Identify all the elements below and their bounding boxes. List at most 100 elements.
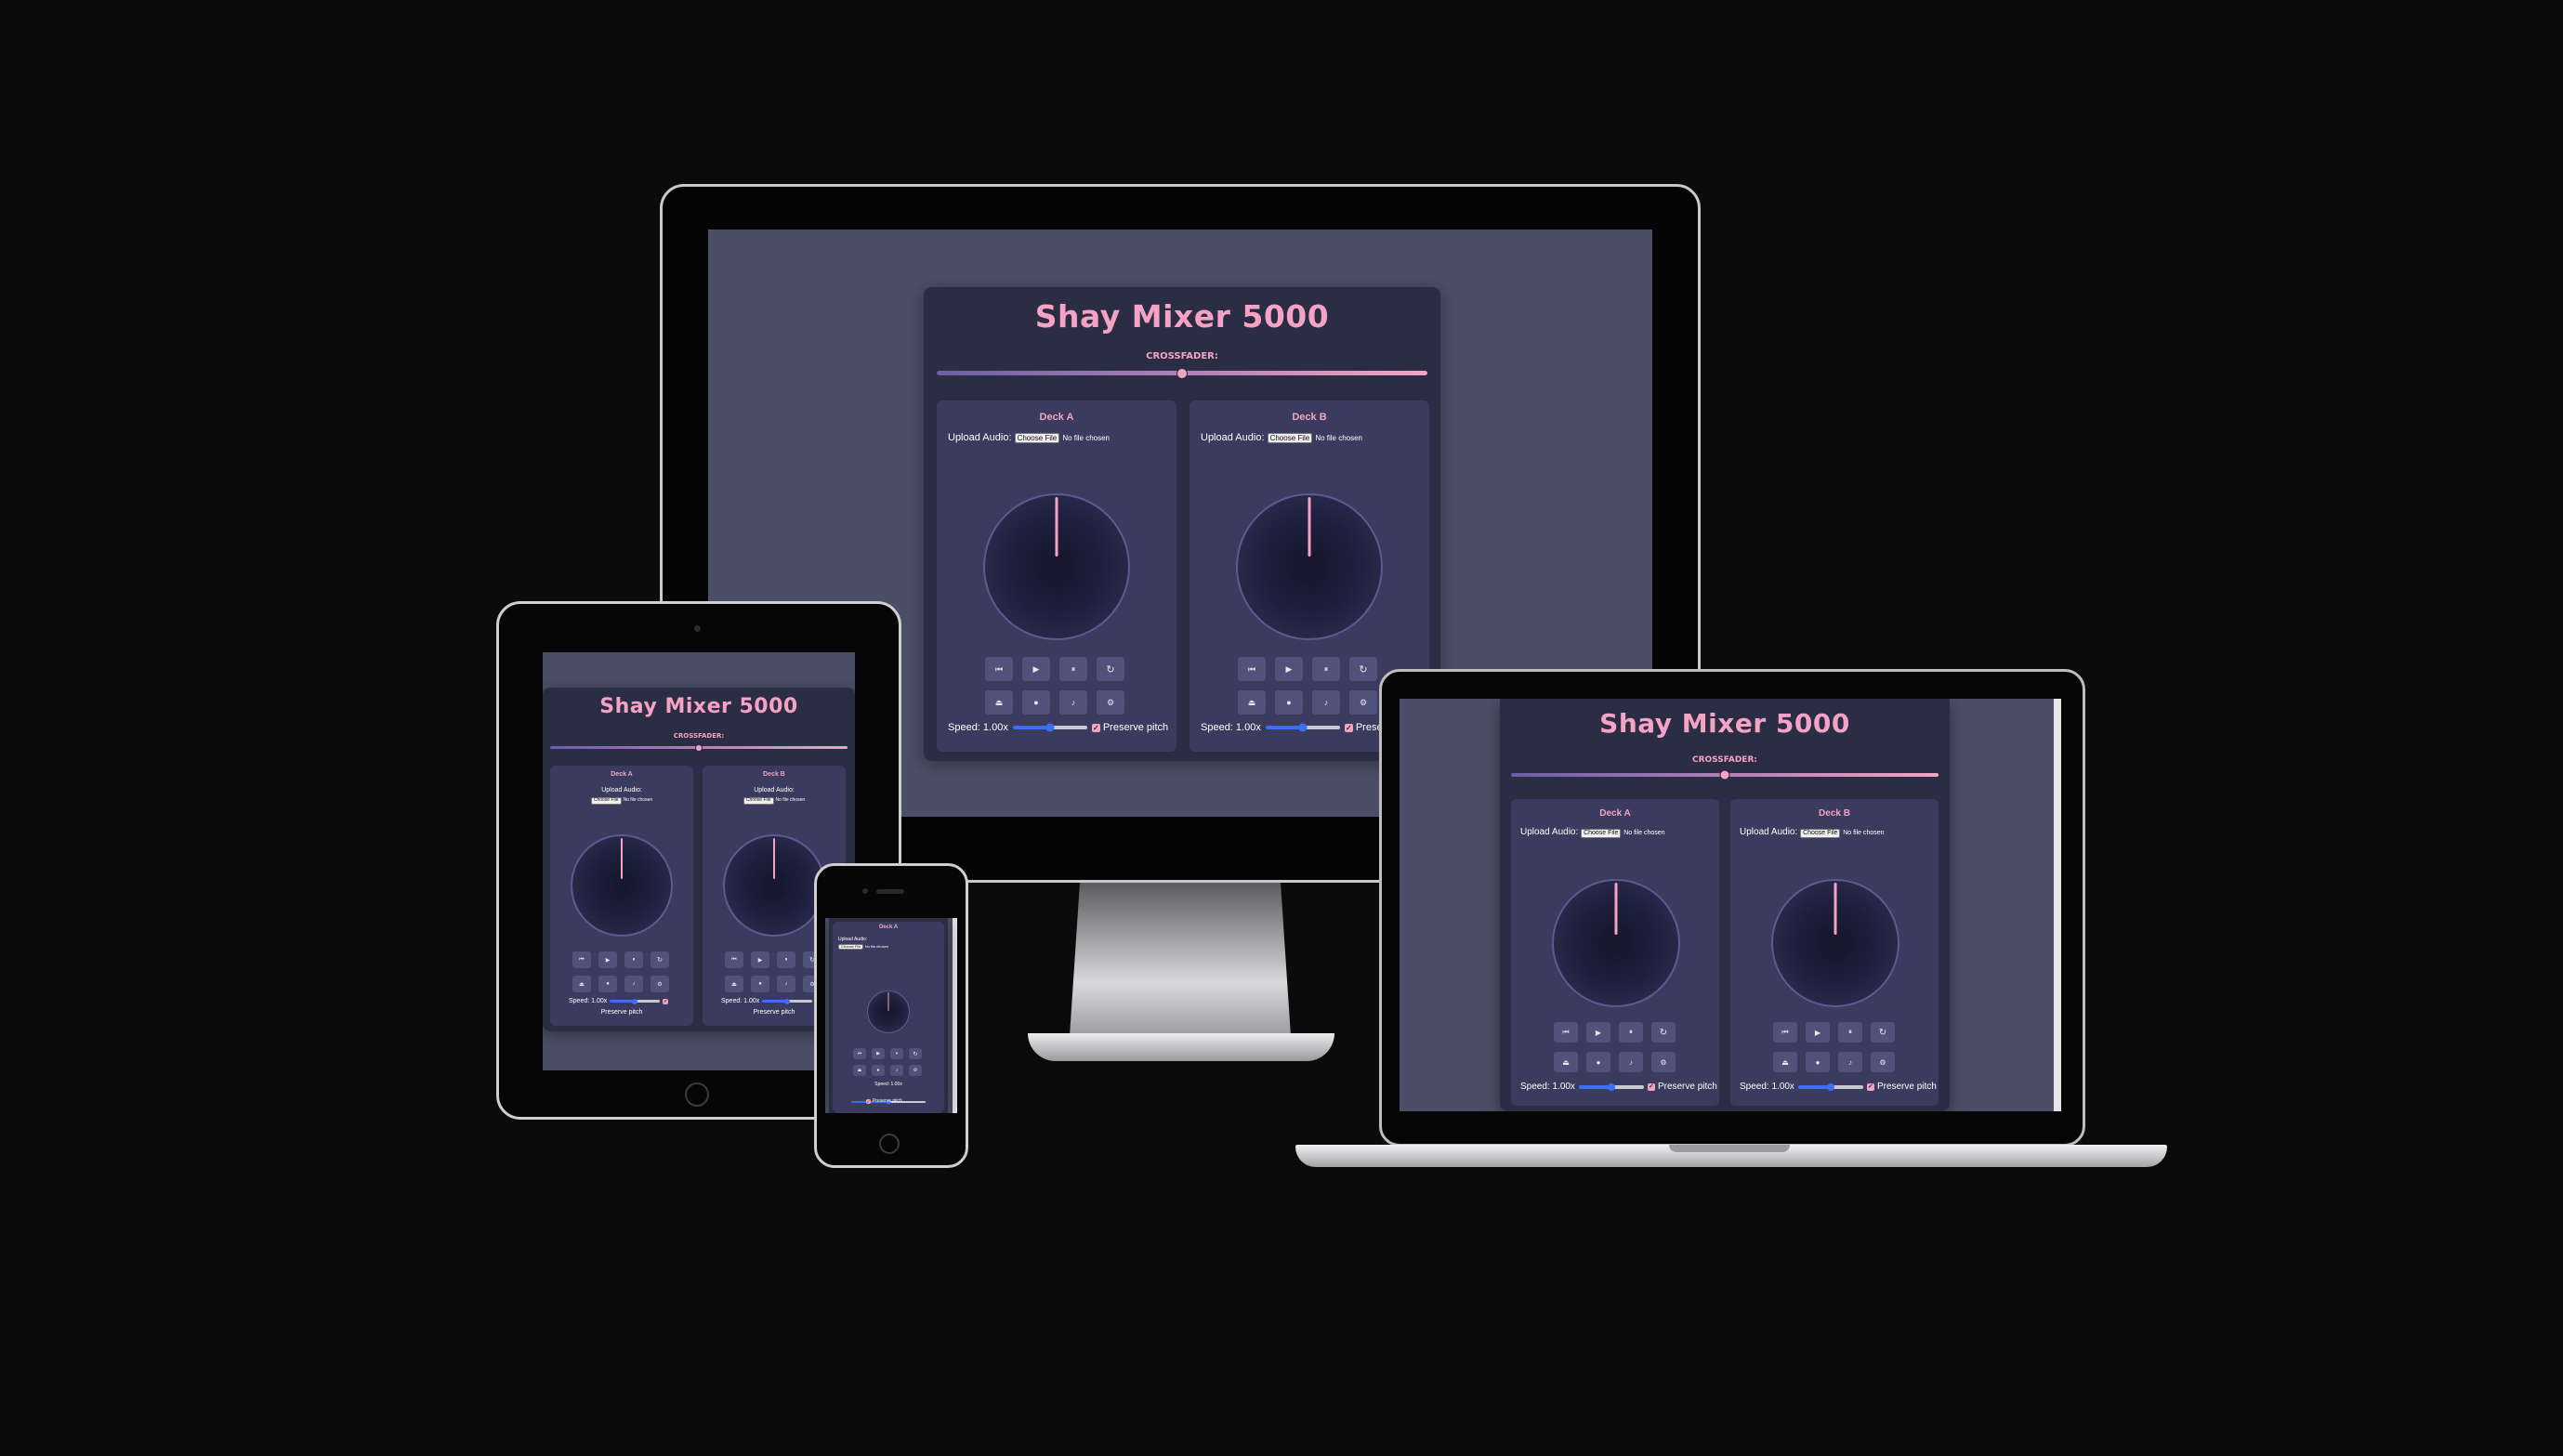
turntable-disc[interactable]: [723, 834, 825, 937]
volume-button[interactable]: ♪: [1619, 1052, 1643, 1072]
play-button[interactable]: ▶: [1275, 657, 1303, 681]
pause-button[interactable]: ⏸: [890, 1048, 903, 1059]
crossfader-thumb[interactable]: [1720, 770, 1729, 780]
record-button[interactable]: ●: [1806, 1052, 1830, 1072]
play-button[interactable]: ▶: [1022, 657, 1050, 681]
speed-slider[interactable]: [1012, 723, 1087, 732]
speed-slider[interactable]: [1797, 1082, 1863, 1091]
choose-file-button[interactable]: Choose File: [838, 943, 864, 951]
turntable-disc[interactable]: [1552, 879, 1680, 1007]
preserve-pitch-checkbox[interactable]: ✓: [1866, 1082, 1874, 1091]
volume-button[interactable]: ♪: [1059, 690, 1087, 715]
upload-label: Upload Audio:: [601, 787, 642, 794]
pause-button[interactable]: ⏸: [1059, 657, 1087, 681]
preserve-pitch-checkbox[interactable]: ✓: [1091, 723, 1100, 732]
play-button[interactable]: ▶: [598, 951, 617, 968]
pause-button[interactable]: ⏸: [1619, 1022, 1643, 1043]
settings-button[interactable]: ⚙: [909, 1065, 922, 1076]
choose-file-button[interactable]: Choose File: [1581, 829, 1622, 839]
turntable-disc[interactable]: [983, 493, 1130, 640]
skip-back-button[interactable]: ⏮: [725, 951, 743, 968]
settings-button[interactable]: ⚙: [1097, 690, 1124, 715]
eject-button[interactable]: ⏏: [1773, 1052, 1797, 1072]
volume-icon: ♪: [632, 981, 636, 987]
play-button[interactable]: ▶: [872, 1048, 885, 1059]
speed-thumb[interactable]: [1826, 1082, 1834, 1091]
play-button[interactable]: ▶: [1586, 1022, 1610, 1043]
loop-button[interactable]: ↻: [1349, 657, 1377, 681]
choose-file-button[interactable]: Choose File: [1800, 829, 1841, 839]
crossfader-thumb[interactable]: [1177, 368, 1187, 378]
scrollbar[interactable]: [2054, 699, 2061, 1111]
choose-file-button[interactable]: Choose File: [743, 796, 774, 805]
record-button[interactable]: ●: [751, 976, 769, 992]
settings-button[interactable]: ⚙: [651, 976, 669, 992]
choose-file-button[interactable]: Choose File: [590, 796, 622, 805]
speed-thumb[interactable]: [1298, 723, 1308, 732]
preserve-pitch-checkbox[interactable]: ✓: [1647, 1082, 1655, 1091]
skip-back-button[interactable]: ⏮: [572, 951, 591, 968]
play-button[interactable]: ▶: [1806, 1022, 1830, 1043]
speed-slider[interactable]: [1265, 723, 1340, 732]
speed-slider[interactable]: [610, 998, 661, 1004]
loop-button[interactable]: ↻: [651, 951, 669, 968]
volume-button[interactable]: ♪: [624, 976, 643, 992]
loop-button[interactable]: ↻: [1651, 1022, 1676, 1043]
speed-thumb[interactable]: [784, 998, 791, 1004]
crossfader-slider[interactable]: [937, 368, 1427, 378]
preserve-pitch-checkbox[interactable]: ✓: [866, 1098, 871, 1104]
volume-button[interactable]: ♪: [1838, 1052, 1862, 1072]
settings-button[interactable]: ⚙: [1651, 1052, 1676, 1072]
turntable-disc[interactable]: [571, 834, 673, 937]
pause-button[interactable]: ⏸: [624, 951, 643, 968]
preserve-pitch-label: Preserve pitch: [873, 1098, 902, 1104]
loop-button[interactable]: ↻: [1097, 657, 1124, 681]
pause-button[interactable]: ⏸: [1312, 657, 1340, 681]
turntable-disc[interactable]: [867, 990, 910, 1033]
choose-file-button[interactable]: Choose File: [1014, 433, 1060, 444]
record-button[interactable]: ●: [872, 1065, 885, 1076]
skip-back-button[interactable]: ⏮: [1773, 1022, 1797, 1043]
settings-button[interactable]: ⚙: [1349, 690, 1377, 715]
record-button[interactable]: ●: [598, 976, 617, 992]
loop-button[interactable]: ↻: [909, 1048, 922, 1059]
volume-button[interactable]: ♪: [777, 976, 795, 992]
play-button[interactable]: ▶: [751, 951, 769, 968]
eject-button[interactable]: ⏏: [572, 976, 591, 992]
speed-thumb[interactable]: [632, 998, 638, 1004]
scrollbar[interactable]: [953, 918, 957, 1113]
choose-file-button[interactable]: Choose File: [1267, 433, 1313, 444]
speed-slider[interactable]: [1578, 1082, 1644, 1091]
record-button[interactable]: ●: [1022, 690, 1050, 715]
skip-back-button[interactable]: ⏮: [1554, 1022, 1578, 1043]
turntable-disc[interactable]: [1771, 879, 1899, 1007]
volume-button[interactable]: ♪: [1312, 690, 1340, 715]
record-button[interactable]: ●: [1275, 690, 1303, 715]
skip-back-button[interactable]: ⏮: [1238, 657, 1266, 681]
crossfader-slider[interactable]: [1511, 770, 1939, 780]
settings-button[interactable]: ⚙: [1871, 1052, 1895, 1072]
eject-button[interactable]: ⏏: [853, 1065, 866, 1076]
eject-button[interactable]: ⏏: [1238, 690, 1266, 715]
volume-button[interactable]: ♪: [890, 1065, 903, 1076]
turntable-disc[interactable]: [1236, 493, 1383, 640]
skip-back-button[interactable]: ⏮: [985, 657, 1013, 681]
eject-button[interactable]: ⏏: [725, 976, 743, 992]
eject-icon: ⏏: [1562, 1057, 1570, 1067]
preserve-pitch-checkbox[interactable]: ✓: [663, 998, 669, 1004]
crossfader-thumb[interactable]: [696, 744, 702, 751]
speed-thumb[interactable]: [1607, 1082, 1615, 1091]
skip-back-button[interactable]: ⏮: [853, 1048, 866, 1059]
eject-button[interactable]: ⏏: [1554, 1052, 1578, 1072]
eject-button[interactable]: ⏏: [985, 690, 1013, 715]
speed-slider[interactable]: [762, 998, 813, 1004]
record-button[interactable]: ●: [1586, 1052, 1610, 1072]
speed-row: Speed: 1.00x ✓: [569, 998, 669, 1004]
speed-thumb[interactable]: [1045, 723, 1055, 732]
pause-button[interactable]: ⏸: [777, 951, 795, 968]
preserve-pitch-checkbox[interactable]: ✓: [1344, 723, 1353, 732]
crossfader-slider[interactable]: [550, 744, 848, 751]
pause-button[interactable]: ⏸: [1838, 1022, 1862, 1043]
loop-button[interactable]: ↻: [1871, 1022, 1895, 1043]
pause-icon: ⏸: [1848, 1028, 1852, 1036]
